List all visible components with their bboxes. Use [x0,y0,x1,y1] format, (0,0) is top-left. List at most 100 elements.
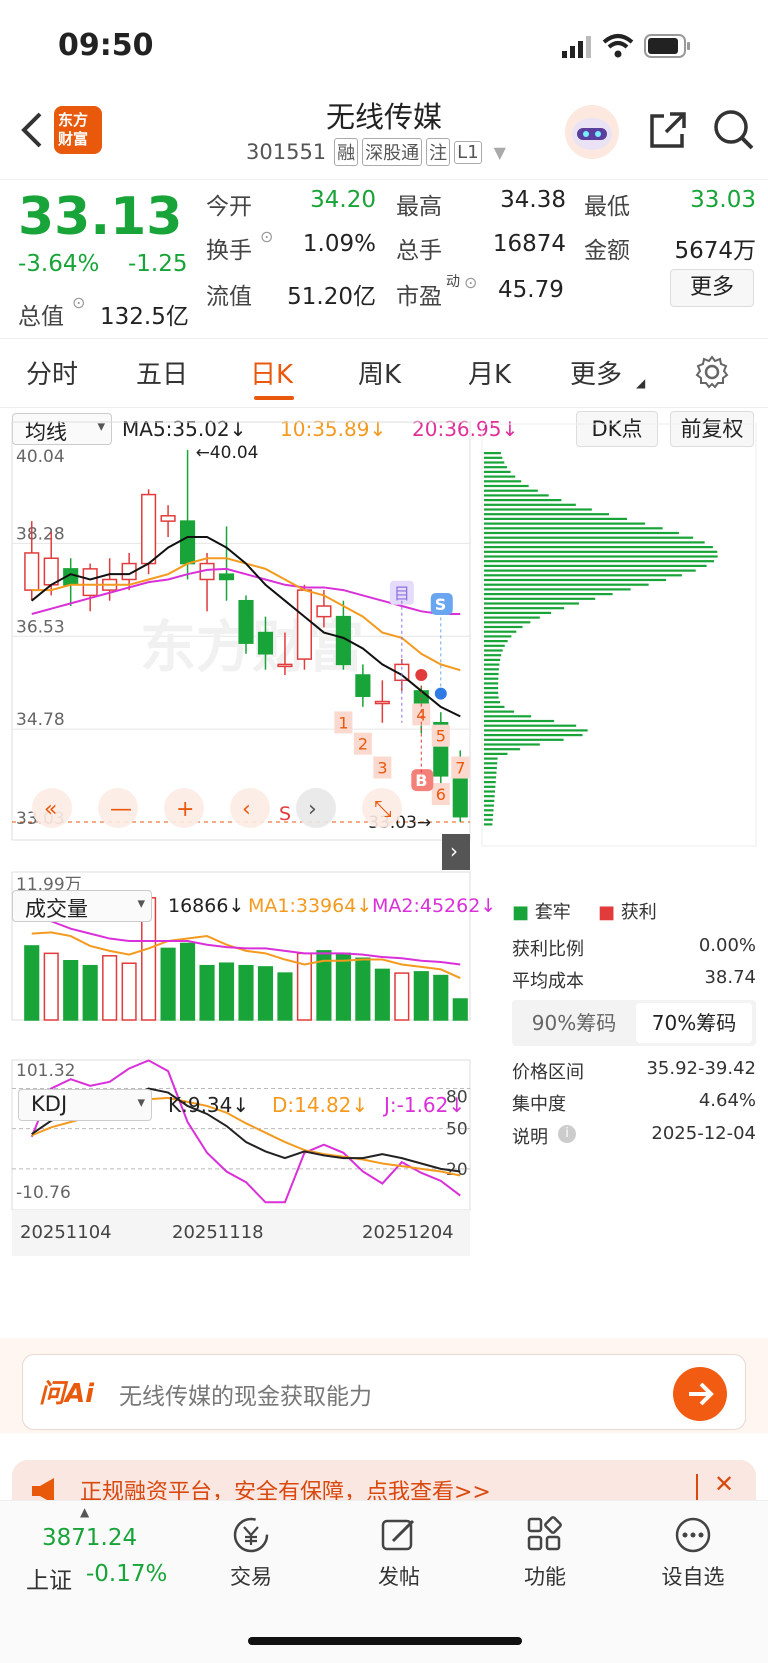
chip-bar [484,607,565,610]
chevron-right-icon[interactable]: › [308,797,317,822]
chip-bar [484,724,577,727]
chip-bar [484,668,499,671]
price-axis-label: 36.53 [16,617,65,637]
nav-functions[interactable]: 功能 [500,1515,590,1591]
volume-select[interactable]: 成交量 [12,890,152,922]
ai-input[interactable]: 问Ai 无线传媒的现金获取能力 [22,1354,746,1430]
tab-more[interactable]: 更多 [570,354,622,391]
minus-icon[interactable]: — [110,797,132,822]
chip-bar [484,588,631,591]
chip-bar [484,508,592,511]
chip-bar [484,719,555,723]
chip-tabs: 90%筹码 70%筹码 [512,1000,756,1046]
chip-bar [484,555,718,558]
chip-bar [484,546,713,549]
tab-daily-k[interactable]: 日K [250,354,293,391]
volume-bar [433,974,449,1021]
signal-number: 6 [436,785,446,804]
chip-bar [484,522,646,525]
chip-bar [484,635,512,638]
chip-bar [484,795,495,798]
chip-bar [484,461,505,464]
index-value[interactable]: 3871.24 [42,1525,137,1551]
volume-bar [24,945,40,1021]
candle-body [316,605,332,618]
nav-post[interactable]: 发帖 [354,1515,444,1591]
tab-five-day[interactable]: 五日 [136,354,188,391]
kdj-axis-max: 101.32 [16,1061,75,1081]
more-button[interactable]: 更多 [670,269,754,307]
share-icon[interactable] [648,110,688,154]
chip-bar [484,574,682,577]
chip-bar [484,503,576,506]
chip-panel-frame [481,423,757,847]
tag-margin: 融 [334,138,359,166]
battery-icon [644,34,692,62]
index-name[interactable]: 上证 [26,1561,72,1595]
index-change[interactable]: -0.17% [86,1561,167,1587]
candle-body [141,493,157,565]
tab-weekly-k[interactable]: 周K [358,354,401,391]
home-indicator [248,1637,522,1645]
float-value: 51.20亿 [287,284,376,310]
chip-bar [484,818,493,821]
chip-bar [484,550,718,553]
volume-bar [277,972,293,1021]
chip-bar [484,715,532,718]
stock-code-row[interactable]: 301551 融 深股通 注 L1 ▼ [246,138,506,166]
signal-number: 5 [436,727,446,746]
chip-bar [484,748,520,751]
status-time: 09:50 [58,28,154,63]
volume-bar [63,960,79,1021]
more-dots-icon [675,1517,711,1553]
info-icon[interactable]: ⊙ [464,273,477,292]
info-icon[interactable]: i [558,1125,576,1143]
chip-bar [484,513,610,516]
kline-chart-area[interactable]: 东方财富40.0438.2836.5334.7833.03←40.0433.03… [0,410,768,1335]
close-icon[interactable]: ✕ [714,1470,734,1498]
max-price-marker: ←40.04 [196,443,259,463]
chip-tab-70[interactable]: 70%筹码 [636,1003,752,1043]
expand-icon[interactable]: ⤡ [374,797,392,822]
tab-monthly-k[interactable]: 月K [468,354,511,391]
turnover-value: 1.09% [302,231,376,257]
chip-bar [484,644,505,647]
ai-logo: 问Ai [39,1379,95,1409]
search-icon[interactable] [712,108,756,156]
chip-bar [484,705,505,708]
chip-bar [484,790,495,793]
chip-bar [484,757,498,760]
candle-body [277,663,293,668]
chip-bar [484,630,517,633]
signal-number: 4 [416,705,426,724]
info-icon[interactable]: ⊙ [72,293,85,312]
sell-marker-text: S [435,595,447,614]
volume-label: 总手 [396,238,442,264]
chip-bar [484,578,667,582]
high-value: 34.38 [500,187,566,213]
volume-bar [238,964,254,1021]
plus-icon[interactable]: + [176,797,194,822]
tab-intraday[interactable]: 分时 [26,354,78,391]
price-range-value: 35.92-39.42 [646,1058,756,1079]
signal-number: 2 [358,735,368,754]
chip-bar [484,743,540,746]
info-icon[interactable]: ⊙ [260,227,273,246]
gear-icon[interactable] [694,354,730,394]
chevron-left-icon[interactable]: ‹ [242,797,251,822]
chip-bar [484,672,499,676]
chip-tab-90[interactable]: 90%筹码 [512,1000,636,1046]
chip-bar [484,489,538,492]
zoom-out-icon[interactable]: « [44,797,57,822]
chip-bar [484,813,494,817]
candle-body [257,631,274,655]
nav-add-watchlist[interactable]: 设自选 [648,1515,738,1591]
kdj-select[interactable]: KDJ [18,1089,152,1121]
nav-trade[interactable]: 交易 [206,1515,296,1591]
period-tabs: 分时 五日 日K 周K 月K 更多 ◢ [0,340,768,408]
chip-bar [484,649,503,652]
robot-avatar-icon[interactable] [562,104,622,164]
signal-number: 1 [338,713,348,732]
volume-value: 16874 [492,231,566,257]
arrow-right-icon[interactable] [673,1367,727,1421]
